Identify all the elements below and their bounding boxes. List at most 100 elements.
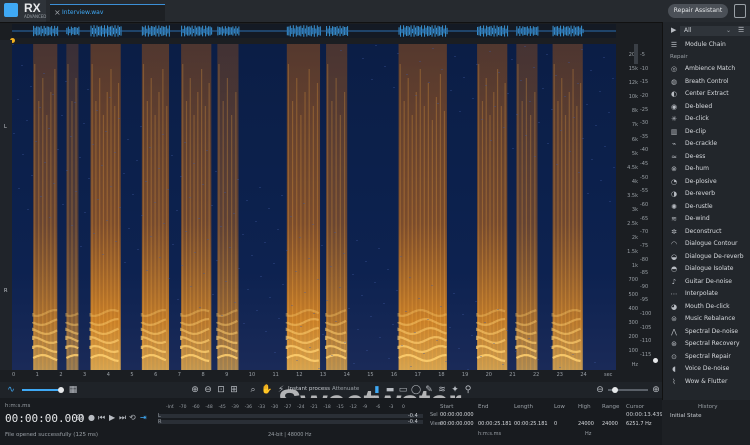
noise-speckle (295, 271, 297, 272)
noise-speckle (296, 360, 298, 361)
record-icon[interactable]: ● (88, 413, 95, 422)
selection-view-value[interactable]: 6251.7 Hz (626, 421, 651, 427)
noise-speckle (375, 45, 377, 46)
selection-view-value[interactable]: 24000 (602, 421, 618, 427)
history-initial-state[interactable]: Initial State (670, 413, 702, 419)
noise-speckle (110, 186, 112, 187)
close-icon[interactable]: × (54, 8, 61, 17)
module-filter-dropdown[interactable]: All ⌄ ☰ (680, 26, 750, 36)
noise-speckle (115, 241, 117, 242)
play-icon[interactable]: ▶ (109, 413, 115, 422)
find-similar-icon[interactable]: ⚲ (463, 385, 473, 395)
selection-view-value[interactable]: 0 (554, 421, 557, 427)
horizontal-zoom-handle[interactable] (612, 387, 618, 393)
module-item[interactable]: ⌁ De-crackle (668, 138, 748, 150)
module-item[interactable]: ♪ Guitar De-noise (668, 276, 748, 288)
noise-speckle (105, 131, 107, 132)
noise-speckle (189, 197, 191, 198)
time-format-dropdown[interactable]: h:m:s.ms (5, 403, 30, 409)
module-item[interactable]: ⊙ Spectral Repair (668, 351, 748, 363)
file-tab[interactable]: × Interview.wav (50, 4, 165, 21)
module-item[interactable]: ✺ De-rustle (668, 201, 748, 213)
time-tick-label: sec (604, 372, 613, 378)
zoom-fit-icon[interactable]: ⊞ (229, 385, 239, 395)
module-item[interactable]: ◕ Mouth De-click (668, 301, 748, 313)
meter-scale-label: -15 (336, 405, 344, 410)
contour-icon: ◠ (670, 240, 678, 248)
module-item[interactable]: ⊜ Music Rebalance (668, 313, 748, 325)
noise-speckle (13, 133, 15, 134)
window-icon[interactable] (734, 4, 746, 18)
loop-icon[interactable]: ⟲ (129, 413, 136, 422)
module-item[interactable]: ◎ Ambience Match (668, 63, 748, 75)
frequency-tick-label: 400 (628, 305, 638, 312)
selection-view-value[interactable]: 24000 (578, 421, 594, 427)
noise-speckle (184, 142, 186, 143)
module-item[interactable]: ≋ De-wind (668, 213, 748, 225)
noise-speckle (423, 353, 425, 354)
wow-icon: ⌇ (672, 377, 676, 386)
time-tick-label: 19 (461, 372, 469, 378)
frequency-tick-label: 2k (631, 235, 638, 242)
module-item[interactable]: ⋀ Spectral De-noise (668, 326, 748, 338)
module-item[interactable]: ⋯ Interpolate (668, 288, 748, 300)
zoom-plus-icon[interactable]: ⊕ (651, 385, 661, 395)
module-item[interactable]: ◑ De-reverb (668, 188, 748, 200)
horizontal-zoom-icon[interactable]: ⊖ (595, 385, 605, 395)
module-item[interactable]: ◖ Voice De-noise (668, 363, 748, 375)
module-item[interactable]: ⊗ De-hum (668, 163, 748, 175)
noise-speckle (581, 49, 583, 50)
noise-speckle (609, 201, 611, 202)
module-item[interactable]: ◉ De-bleed (668, 101, 748, 113)
waveform-view-icon[interactable]: ∿ (6, 385, 16, 395)
selection-view-value[interactable]: 00:00:25.181 (478, 421, 512, 427)
module-item[interactable]: ✳ De-click (668, 113, 748, 125)
noise-speckle (87, 89, 89, 90)
noise-speckle (102, 254, 104, 255)
skip-back-icon[interactable]: ⏮ (98, 413, 105, 423)
noise-speckle (428, 82, 430, 83)
noise-speckle (600, 180, 602, 181)
time-tick-label: 21 (509, 372, 516, 378)
module-item[interactable]: ✲ Deconstruct (668, 226, 748, 238)
module-item[interactable]: ⌇ Wow & Flutter (668, 376, 748, 388)
spectral-striation (403, 101, 405, 370)
zoom-out-icon[interactable]: ⊖ (203, 385, 213, 395)
vertical-zoom-scrollbar[interactable] (634, 44, 638, 64)
follow-playhead-icon[interactable]: ⇥ (140, 413, 147, 422)
module-item[interactable]: ▥ De-clip (668, 126, 748, 138)
noise-speckle (506, 330, 508, 331)
module-item[interactable]: ◐ Center Extract (668, 88, 748, 100)
selection-view-value[interactable]: 00:00:00.000 (440, 421, 474, 427)
module-item[interactable]: ◒ Dialogue De-reverb (668, 251, 748, 263)
headphones-icon[interactable]: ☊ (76, 413, 83, 422)
repair-assistant-button[interactable]: Repair Assistant (668, 4, 728, 18)
hand-tool-icon[interactable]: ✋ (261, 385, 272, 395)
selection-sel-value[interactable]: 00:00:00.000 (440, 412, 474, 418)
skip-forward-icon[interactable]: ⏭ (119, 413, 126, 423)
module-item[interactable]: ◍ Breath Control (668, 76, 748, 88)
module-item[interactable]: ⊛ Spectral Recovery (668, 338, 748, 350)
selection-view-value[interactable]: 00:00:25.181 (514, 421, 548, 427)
magnifier-icon[interactable]: ⌕ (248, 385, 258, 395)
noise-speckle (12, 44, 14, 45)
module-chain-item[interactable]: ☰ Module Chain (668, 39, 748, 51)
interpolate-icon: ⋯ (670, 290, 678, 298)
module-item[interactable]: ≈ De-ess (668, 151, 748, 163)
spectrogram-view-icon[interactable]: ▦ (68, 385, 78, 395)
noise-speckle (383, 303, 385, 304)
file-tab-title: Interview.wav (62, 9, 104, 16)
zoom-in-icon[interactable]: ⊕ (190, 385, 200, 395)
opacity-slider-handle[interactable] (58, 387, 64, 393)
module-item[interactable]: ◓ Dialogue Isolate (668, 263, 748, 275)
menu-icon[interactable]: ☰ (738, 26, 744, 34)
module-item[interactable]: ◔ De-plosive (668, 176, 748, 188)
opacity-slider[interactable] (22, 389, 62, 391)
play-module-icon[interactable]: ▶ (671, 26, 676, 34)
zoom-selection-icon[interactable]: ⊡ (216, 385, 226, 395)
module-item[interactable]: ◠ Dialogue Contour (668, 238, 748, 250)
spectrogram[interactable] (12, 44, 616, 370)
noise-speckle (387, 269, 389, 270)
waveform-overview[interactable] (12, 24, 616, 38)
vertical-zoom-handle[interactable] (653, 358, 658, 363)
